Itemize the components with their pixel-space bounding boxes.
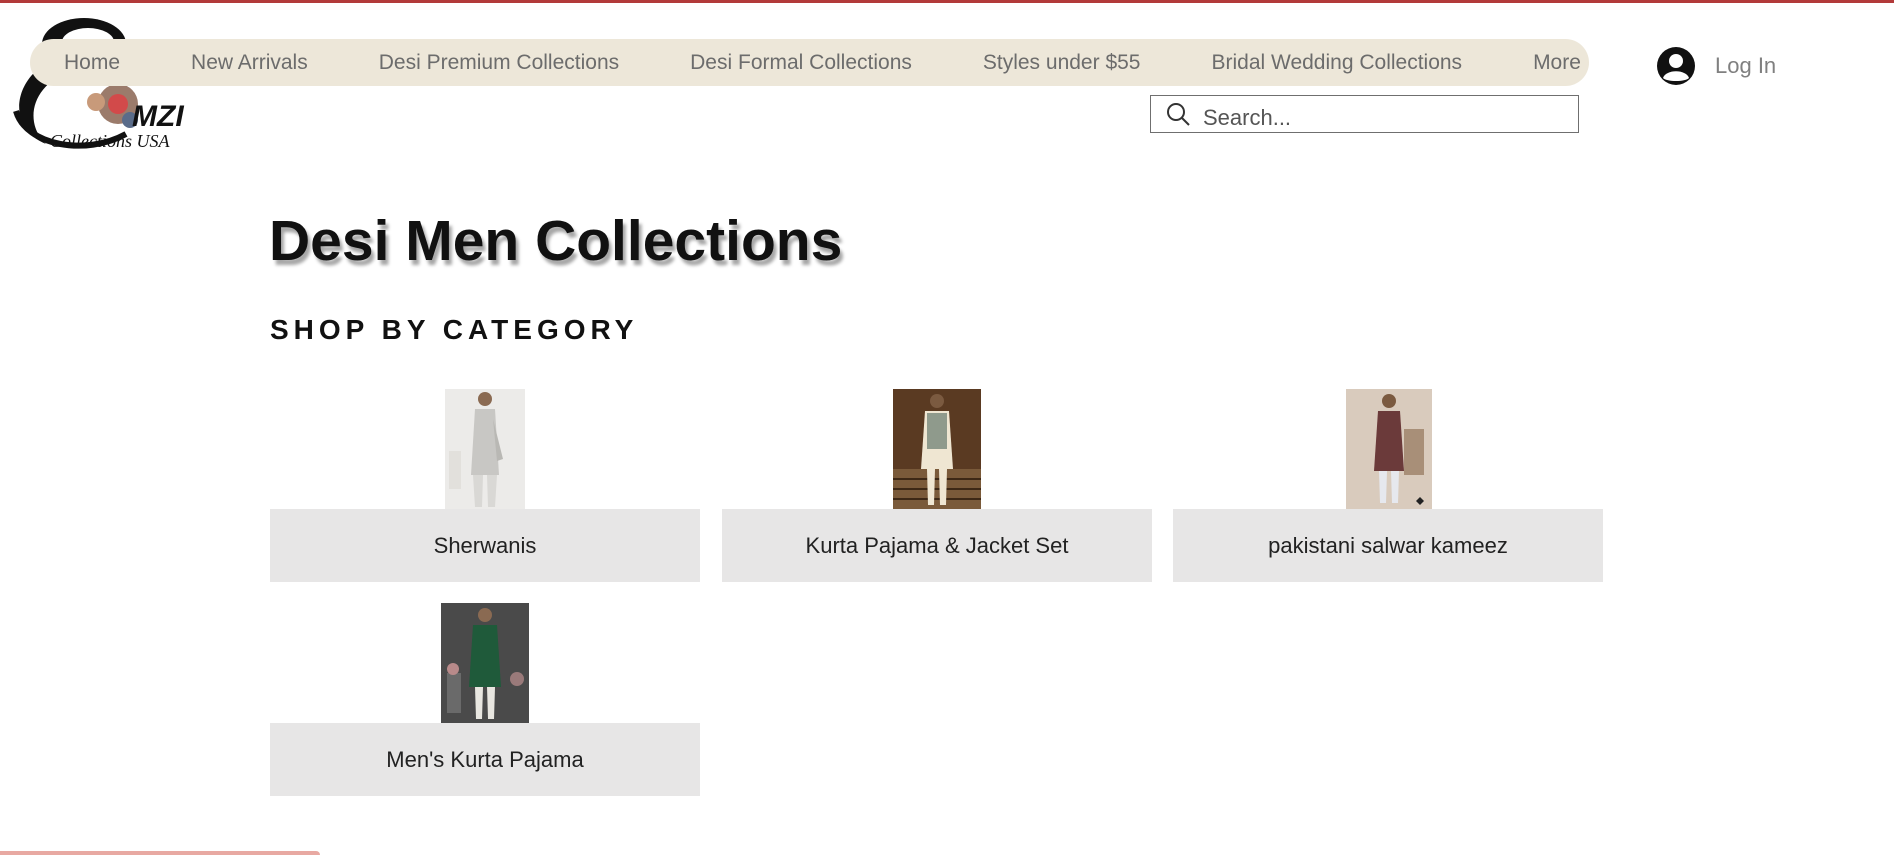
category-label[interactable]: Men's Kurta Pajama (386, 747, 583, 773)
user-avatar-icon (1657, 47, 1695, 85)
nav-item-home[interactable]: Home (64, 51, 120, 75)
page-title: Desi Men Collections (269, 209, 843, 273)
category-label-box[interactable]: Kurta Pajama & Jacket Set (722, 509, 1152, 582)
nav-item-styles-under-55[interactable]: Styles under $55 (983, 51, 1141, 75)
nav-item-new-arrivals[interactable]: New Arrivals (191, 51, 308, 75)
login-button[interactable]: Log In (1657, 46, 1776, 86)
login-label: Log In (1715, 53, 1777, 78)
category-label-box[interactable]: Sherwanis (270, 509, 700, 582)
category-label[interactable]: Kurta Pajama & Jacket Set (806, 533, 1069, 559)
category-image-mens-kurta-pajama[interactable] (441, 603, 529, 723)
category-label[interactable]: Sherwanis (434, 533, 537, 559)
category-image-sherwanis[interactable] (445, 389, 525, 509)
main-nav: Home New Arrivals Desi Premium Collectio… (30, 39, 1589, 86)
svg-text:MZI: MZI (132, 100, 184, 133)
search-icon[interactable] (1165, 101, 1191, 127)
nav-item-more[interactable]: More (1533, 51, 1581, 75)
nav-item-desi-formal-collections[interactable]: Desi Formal Collections (690, 51, 912, 75)
category-image-pakistani-salwar-kameez[interactable] (1346, 389, 1432, 509)
nav-item-bridal-wedding-collections[interactable]: Bridal Wedding Collections (1211, 51, 1462, 75)
nav-item-desi-premium-collections[interactable]: Desi Premium Collections (379, 51, 619, 75)
category-image-kurta-jacket-set[interactable] (893, 389, 981, 509)
svg-text:Collections USA: Collections USA (50, 131, 170, 151)
search-box (1150, 95, 1579, 135)
bottom-strip (0, 851, 320, 855)
section-title: SHOP BY CATEGORY (270, 314, 639, 345)
category-label[interactable]: pakistani salwar kameez (1268, 533, 1508, 559)
top-accent-line (0, 0, 1894, 3)
search-input[interactable] (1203, 101, 1563, 135)
category-label-box[interactable]: Men's Kurta Pajama (270, 723, 700, 796)
category-label-box[interactable]: pakistani salwar kameez (1173, 509, 1603, 582)
